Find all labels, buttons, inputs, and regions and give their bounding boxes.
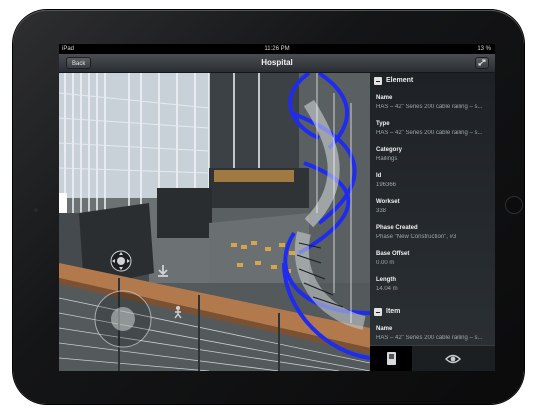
panel-tab-bar (370, 345, 495, 371)
expand-button[interactable] (475, 57, 489, 69)
item-section-title: Item (386, 308, 401, 315)
property-value: Railings (376, 156, 398, 162)
collapse-icon[interactable] (374, 77, 382, 85)
property-value: 14.04 m (376, 286, 398, 292)
joystick-control[interactable] (93, 289, 153, 349)
page-title: Hospital (261, 58, 293, 67)
property-value: 0.00 m (376, 260, 395, 266)
collapse-icon[interactable] (374, 308, 382, 316)
property-value: HAS – 42" Series 200 cable railing – s..… (376, 130, 483, 136)
orbit-icon[interactable] (110, 250, 132, 272)
property-label: Name (376, 95, 393, 101)
properties-panel: Element Name HAS – 42" Series 200 cable … (370, 73, 495, 345)
eye-icon (445, 354, 461, 364)
property-value: 338 (376, 208, 387, 214)
3d-viewport[interactable] (59, 73, 370, 371)
back-button[interactable]: Back (66, 57, 92, 69)
model-tab-icon (387, 352, 396, 365)
property-label: Workset (376, 199, 400, 205)
property-label: Id (376, 173, 382, 179)
home-button[interactable] (505, 196, 523, 214)
navigation-bar: Hospital Back (59, 54, 495, 73)
app-screen: iPad 11:26 PM 13 % Hospital Back Element… (59, 44, 495, 371)
status-bar: iPad 11:26 PM 13 % (59, 44, 495, 54)
element-section-header[interactable]: Element (370, 75, 495, 87)
property-label: Type (376, 121, 390, 127)
expand-icon (478, 59, 486, 66)
walk-icon[interactable] (171, 305, 185, 319)
property-value: Phase "New Construction", #3 (376, 234, 457, 240)
property-label: Name (376, 326, 393, 332)
property-value: HAS – 42" Series 200 cable railing – s..… (376, 104, 483, 110)
property-label: Category (376, 147, 403, 153)
property-value: HAS – 42" Series 200 cable railing – s..… (376, 335, 483, 341)
tab-model[interactable] (370, 346, 412, 371)
property-value: 196366 (376, 182, 397, 188)
property-label: Length (376, 277, 396, 283)
battery-label: 13 % (477, 46, 491, 52)
download-icon[interactable] (155, 263, 171, 279)
element-section-title: Element (386, 77, 414, 84)
item-section-header[interactable]: Item (370, 306, 495, 318)
clock: 11:26 PM (264, 46, 290, 52)
property-label: Phase Created (376, 225, 418, 231)
property-label: Base Offset (376, 251, 410, 257)
front-camera (34, 208, 38, 212)
tab-visibility[interactable] (412, 346, 495, 371)
